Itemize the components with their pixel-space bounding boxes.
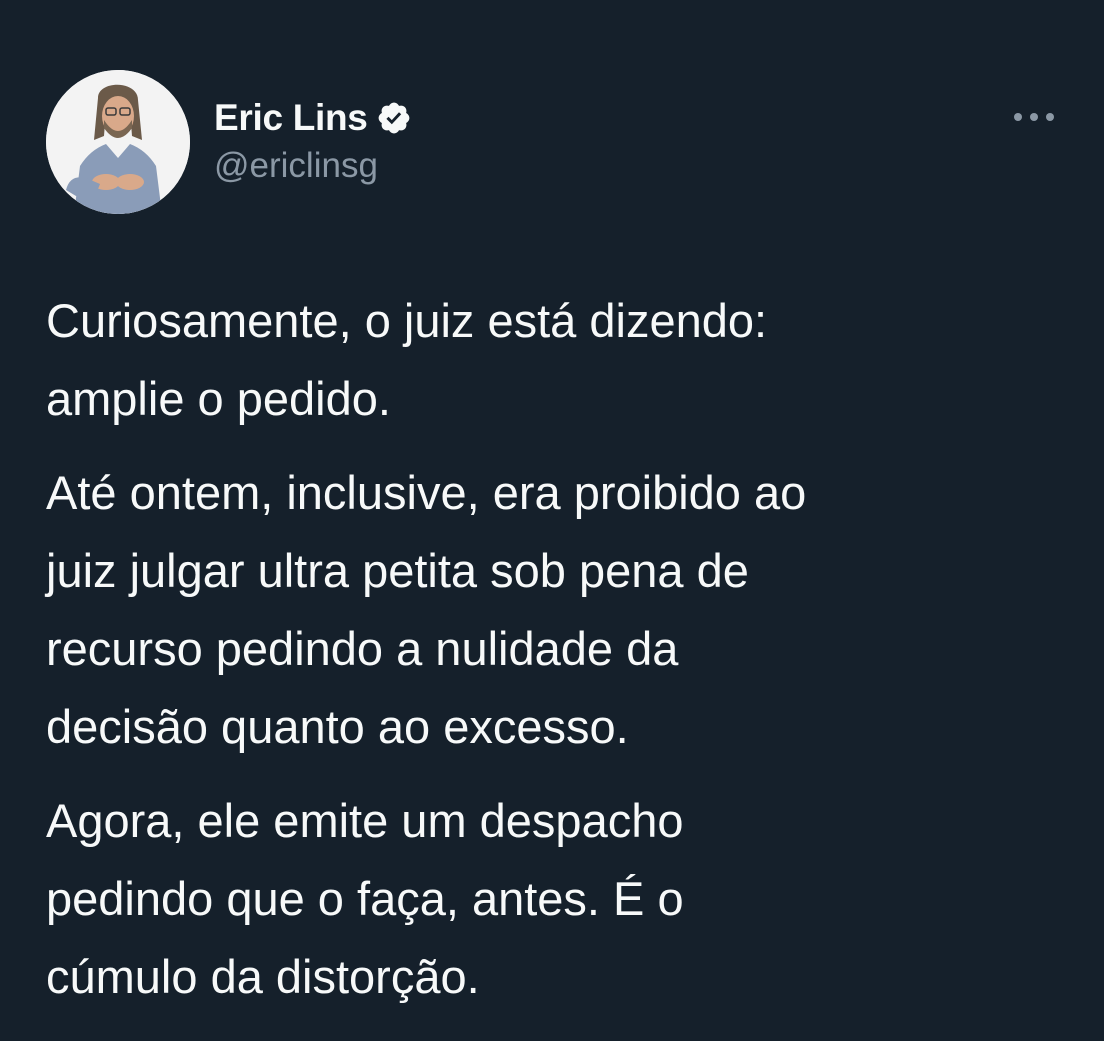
text-line: pedindo que o faça, antes. É o [46, 872, 684, 925]
more-options-icon[interactable] [1014, 100, 1054, 134]
text-line: recurso pedindo a nulidade da [46, 622, 679, 675]
verified-badge-icon [376, 100, 412, 136]
text-line: amplie o pedido. [46, 372, 391, 425]
text-line: juiz julgar ultra petita sob pena de [46, 544, 749, 597]
tweet-paragraph: Até ontem, inclusive, era proibido ao ju… [46, 454, 1066, 766]
display-name[interactable]: Eric Lins [214, 97, 368, 139]
text-line: Agora, ele emite um despacho [46, 794, 684, 847]
more-dot [1046, 113, 1054, 121]
text-line: decisão quanto ao excesso. [46, 700, 629, 753]
author-block: Eric Lins @ericlinsg [214, 96, 412, 186]
text-line: Até ontem, inclusive, era proibido ao [46, 466, 807, 519]
text-line: Curiosamente, o juiz está dizendo: [46, 294, 768, 347]
tweet-paragraph: Agora, ele emite um despacho pedindo que… [46, 782, 1066, 1016]
avatar-image [46, 70, 190, 214]
more-dot [1030, 113, 1038, 121]
avatar[interactable] [46, 70, 190, 214]
tweet-text: Curiosamente, o juiz está dizendo: ampli… [46, 282, 1066, 1032]
text-line: cúmulo da distorção. [46, 950, 480, 1003]
tweet-card: Eric Lins @ericlinsg Curiosamente, o jui… [0, 0, 1104, 1041]
more-dot [1014, 113, 1022, 121]
handle[interactable]: @ericlinsg [214, 146, 412, 186]
tweet-paragraph: Curiosamente, o juiz está dizendo: ampli… [46, 282, 1066, 438]
name-row: Eric Lins [214, 96, 412, 140]
